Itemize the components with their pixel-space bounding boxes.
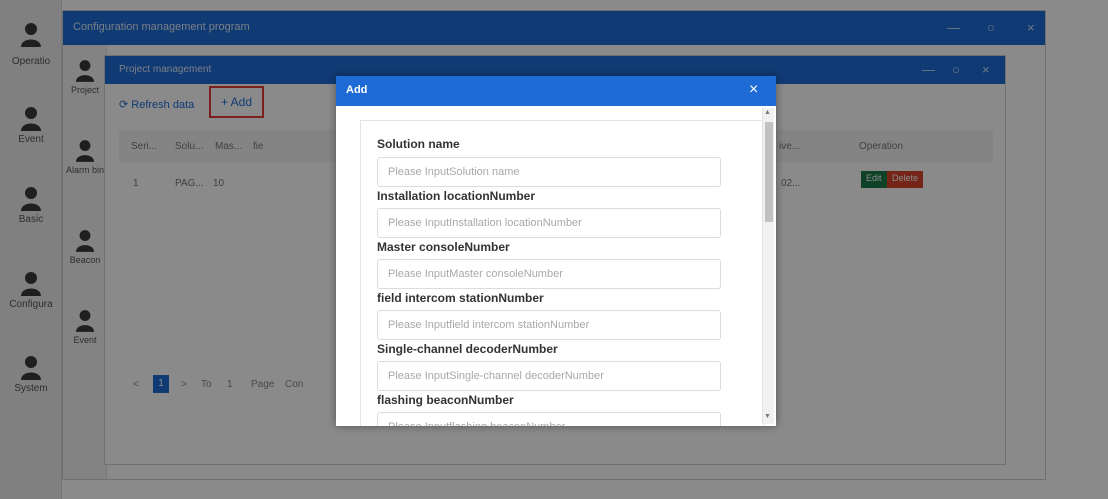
field-intercom-station-number-label: field intercom stationNumber (377, 291, 544, 305)
scrollbar-thumb[interactable] (765, 122, 773, 222)
installation-location-number-label: Installation locationNumber (377, 189, 536, 203)
flashing-beacon-number-input[interactable] (377, 412, 721, 426)
dialog-title: Add (346, 84, 368, 96)
master-console-number-input[interactable] (377, 259, 721, 289)
dialog-scrollbar[interactable]: ▲ ▼ (762, 108, 774, 424)
add-dialog: Add × Solution name Installation locatio… (336, 76, 776, 426)
field-intercom-station-number-input[interactable] (377, 310, 721, 340)
scroll-down-arrow-icon[interactable]: ▼ (764, 413, 771, 420)
solution-name-input[interactable] (377, 157, 721, 187)
dialog-body: Solution name Installation locationNumbe… (336, 106, 776, 426)
flashing-beacon-number-label: flashing beaconNumber (377, 393, 514, 407)
master-console-number-label: Master consoleNumber (377, 240, 510, 254)
single-channel-decoder-number-input[interactable] (377, 361, 721, 391)
single-channel-decoder-number-label: Single-channel decoderNumber (377, 342, 558, 356)
installation-location-number-input[interactable] (377, 208, 721, 238)
solution-name-label: Solution name (377, 137, 460, 151)
add-form: Solution name Installation locationNumbe… (360, 120, 764, 426)
scroll-up-arrow-icon[interactable]: ▲ (764, 109, 771, 116)
close-icon[interactable]: × (749, 81, 758, 99)
dialog-title-bar: Add × (336, 76, 776, 106)
